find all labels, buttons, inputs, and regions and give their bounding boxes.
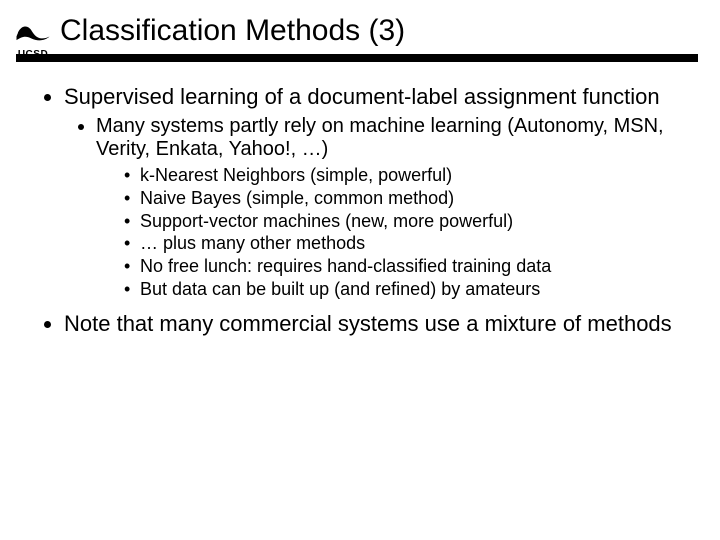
- slide-title: Classification Methods (3): [60, 14, 720, 48]
- title-rule: [16, 54, 698, 62]
- bullet-item: Supervised learning of a document-label …: [64, 84, 680, 299]
- bullet-text: Many systems partly rely on machine lear…: [96, 115, 664, 160]
- logo-label: UCSD: [14, 49, 52, 60]
- bullet-list-level1: Supervised learning of a document-label …: [40, 84, 680, 337]
- bullet-item: Naive Bayes (simple, common method): [124, 188, 680, 209]
- bullet-item: But data can be built up (and refined) b…: [124, 279, 680, 300]
- slide-header: Classification Methods (3): [0, 0, 720, 48]
- bullet-item: … plus many other methods: [124, 233, 680, 254]
- bullet-text: Note that many commercial systems use a …: [64, 311, 672, 336]
- bullet-text: Supervised learning of a document-label …: [64, 84, 660, 109]
- bullet-item: No free lunch: requires hand-classified …: [124, 256, 680, 277]
- bullet-text: k-Nearest Neighbors (simple, powerful): [140, 165, 452, 185]
- bullet-text: But data can be built up (and refined) b…: [140, 279, 540, 299]
- slide: UCSD Classification Methods (3) Supervis…: [0, 0, 720, 540]
- bullet-text: … plus many other methods: [140, 233, 365, 253]
- bullet-list-level3: k-Nearest Neighbors (simple, powerful) N…: [96, 165, 680, 299]
- bullet-item: Support-vector machines (new, more power…: [124, 211, 680, 232]
- bullet-item: Many systems partly rely on machine lear…: [96, 115, 680, 299]
- bullet-item: Note that many commercial systems use a …: [64, 311, 680, 336]
- bullet-item: k-Nearest Neighbors (simple, powerful): [124, 165, 680, 186]
- bullet-text: Support-vector machines (new, more power…: [140, 211, 513, 231]
- slide-body: Supervised learning of a document-label …: [0, 62, 720, 337]
- bullet-text: Naive Bayes (simple, common method): [140, 188, 454, 208]
- bullet-list-level2: Many systems partly rely on machine lear…: [64, 115, 680, 299]
- bullet-text: No free lunch: requires hand-classified …: [140, 256, 551, 276]
